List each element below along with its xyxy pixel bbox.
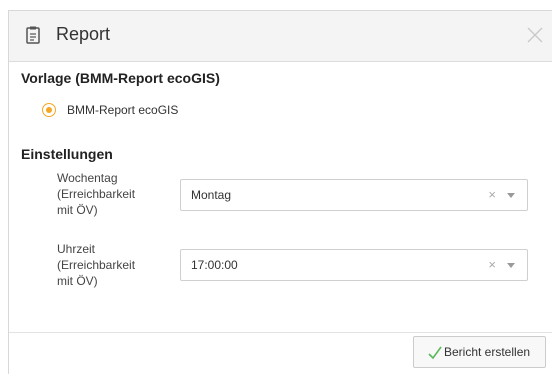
time-select-value: 17:00:00: [191, 258, 238, 272]
time-label-line2: (Erreichbarkeit: [57, 258, 136, 272]
time-select[interactable]: 17:00:00 ×: [180, 249, 528, 281]
time-label-line1: Uhrzeit: [57, 242, 96, 256]
time-label-line3: mit ÖV): [57, 274, 98, 288]
weekday-label-line3: mit ÖV): [57, 203, 98, 217]
chevron-down-icon[interactable]: [507, 263, 515, 268]
radio-selected-dot: [46, 107, 52, 113]
close-icon[interactable]: [524, 24, 546, 46]
create-report-button[interactable]: Bericht erstellen: [413, 336, 546, 368]
chevron-down-icon[interactable]: [507, 193, 515, 198]
footer-divider: [9, 332, 552, 333]
weekday-select-value: Montag: [191, 188, 232, 202]
template-section-title: Vorlage (BMM-Report ecoGIS): [21, 70, 220, 86]
clear-icon[interactable]: ×: [488, 187, 496, 202]
clear-icon[interactable]: ×: [488, 257, 496, 272]
time-label: Uhrzeit (Erreichbarkeit mit ÖV): [57, 241, 167, 289]
report-dialog: Report Vorlage (BMM-Report ecoGIS) BMM-R…: [8, 10, 552, 374]
weekday-select[interactable]: Montag ×: [180, 179, 528, 211]
create-report-button-label: Bericht erstellen: [444, 345, 531, 359]
weekday-label: Wochentag (Erreichbarkeit mit ÖV): [57, 170, 167, 218]
radio-label[interactable]: BMM-Report ecoGIS: [67, 103, 178, 117]
report-clipboard-icon: [26, 26, 40, 44]
settings-section-title: Einstellungen: [21, 146, 113, 162]
dialog-title: Report: [56, 24, 111, 44]
weekday-label-line2: (Erreichbarkeit: [57, 187, 136, 201]
check-icon: [428, 346, 442, 360]
radio-button[interactable]: [42, 103, 56, 117]
weekday-label-line1: Wochentag: [57, 171, 118, 185]
dialog-header: Report: [9, 11, 552, 62]
